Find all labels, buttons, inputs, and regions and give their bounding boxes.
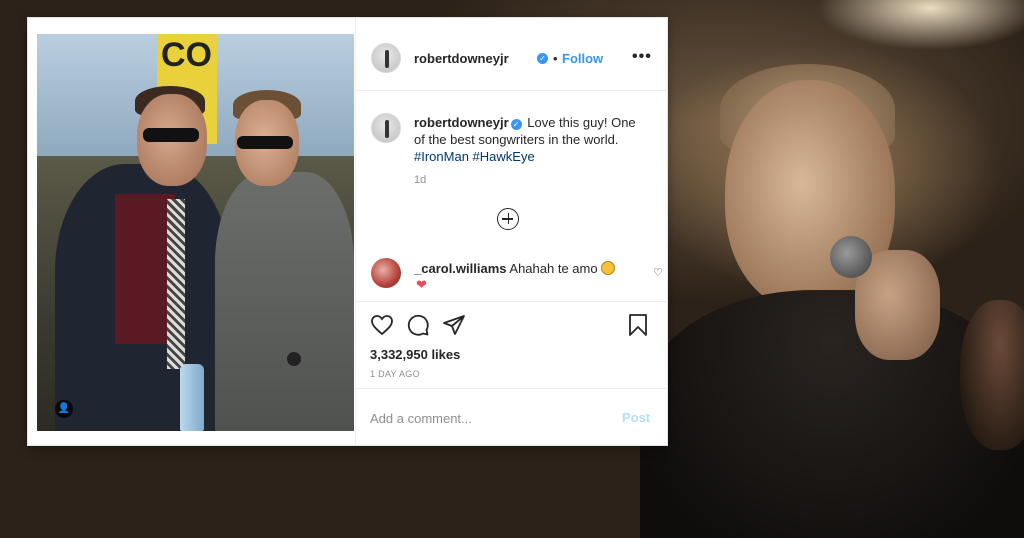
- commenter-avatar[interactable]: [371, 258, 401, 288]
- post-timestamp[interactable]: 1 DAY AGO: [370, 369, 420, 379]
- post-caption: robertdowneyjr ✓ Love this guy! One of th…: [414, 114, 642, 165]
- photo-person-left-sunglasses: [143, 128, 199, 142]
- photo-person-left-tie: [167, 199, 185, 369]
- more-options-icon[interactable]: •••: [632, 48, 652, 66]
- author-avatar[interactable]: [371, 43, 401, 73]
- photo-person-right-sunglasses: [237, 136, 293, 149]
- post-photo[interactable]: CO 👤: [37, 34, 354, 431]
- hashtag-link[interactable]: #IronMan: [414, 149, 469, 164]
- add-comment-input[interactable]: [370, 408, 600, 428]
- post-actions: 3,332,950 likes 1 DAY AGO Post: [356, 301, 668, 446]
- photo-banner-text: CO: [161, 36, 212, 74]
- background-person: [960, 300, 1024, 450]
- caption-verified-badge-icon: ✓: [510, 119, 522, 130]
- like-count[interactable]: 3,332,950 likes: [370, 347, 460, 362]
- comment-item: _carol.williams Ahahah te amo: [414, 261, 615, 276]
- instagram-post-card: CO 👤 robertdowneyjr ✓ • Follow ••• rober…: [27, 17, 668, 446]
- photo-person-right-tshirt: [215, 172, 354, 431]
- separator-dot: •: [553, 51, 558, 66]
- bookmark-icon[interactable]: [626, 313, 650, 337]
- comment-composer: Post: [356, 388, 668, 446]
- author-username[interactable]: robertdowneyjr: [414, 51, 509, 66]
- background-microphone: [830, 236, 872, 278]
- comment-bubble-icon[interactable]: [406, 313, 430, 337]
- comment-like-heart-icon[interactable]: ♡: [653, 266, 663, 279]
- plus-circle-icon[interactable]: [497, 208, 519, 230]
- paper-plane-icon[interactable]: [442, 313, 466, 337]
- post-header: robertdowneyjr ✓ • Follow •••: [356, 18, 668, 91]
- photo-person-left-shirt: [115, 194, 175, 344]
- post-comment-button[interactable]: Post: [622, 410, 650, 425]
- caption-author-avatar[interactable]: [371, 113, 401, 143]
- photo-water-bottle: [180, 364, 204, 431]
- caption-time[interactable]: 1d: [414, 174, 426, 186]
- comment-text: Ahahah te amo: [509, 261, 598, 276]
- red-heart-emoji-icon: ❤: [416, 277, 427, 292]
- follow-button[interactable]: Follow: [562, 51, 603, 66]
- user-tag-icon[interactable]: 👤: [55, 400, 73, 418]
- caption-username[interactable]: robertdowneyjr: [414, 115, 509, 130]
- post-sidebar: robertdowneyjr ✓ • Follow ••• robertdown…: [355, 18, 668, 445]
- comment-username[interactable]: _carol.williams: [414, 261, 507, 276]
- photo-watch: [287, 352, 301, 366]
- smiling-face-emoji-icon: [600, 261, 615, 275]
- verified-badge-icon: ✓: [537, 53, 548, 64]
- heart-icon[interactable]: [370, 313, 394, 337]
- hashtag-link[interactable]: #HawkEye: [473, 149, 535, 164]
